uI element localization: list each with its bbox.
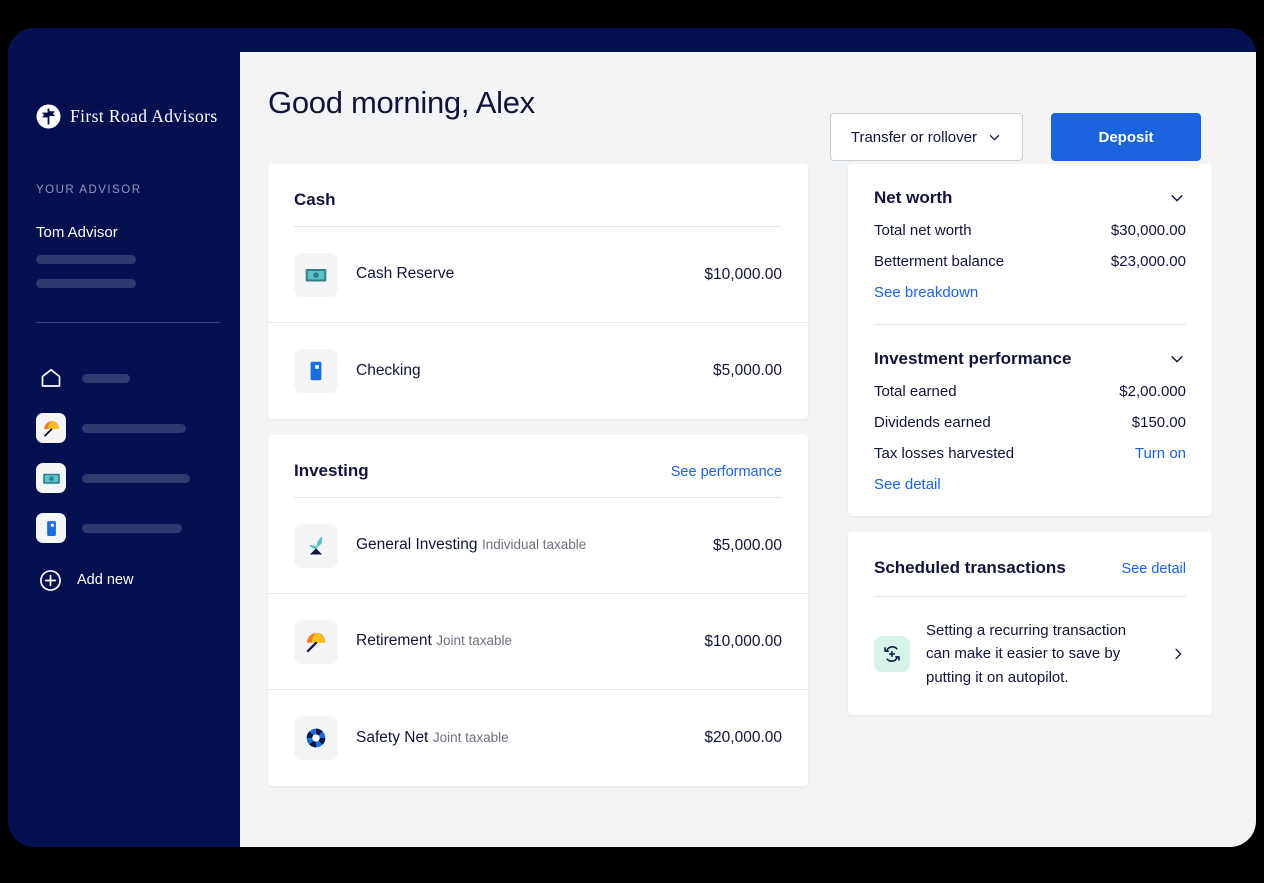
account-amount: $5,000.00 bbox=[713, 362, 782, 380]
transfer-or-rollover-button[interactable]: Transfer or rollover bbox=[830, 113, 1023, 161]
sidebar-divider bbox=[36, 322, 220, 323]
deposit-button-label: Deposit bbox=[1098, 129, 1153, 146]
sidebar-item-home-label bbox=[82, 374, 130, 383]
sprout-icon bbox=[294, 524, 338, 568]
dashboard-columns: Cash Cash Reserve bbox=[240, 164, 1256, 802]
add-new-button[interactable]: Add new bbox=[8, 555, 240, 605]
sidebar-item-checking[interactable] bbox=[8, 503, 240, 553]
plus-circle-icon bbox=[38, 568, 63, 593]
net-worth-row: Total net worth $30,000.00 bbox=[874, 222, 1186, 239]
add-new-label: Add new bbox=[77, 572, 133, 588]
brand-logo[interactable]: First Road Advisors bbox=[36, 104, 218, 129]
turn-on-link[interactable]: Turn on bbox=[1135, 445, 1186, 462]
account-name: Retirement bbox=[356, 632, 432, 649]
table-row[interactable]: Retirement Joint taxable $10,000.00 bbox=[268, 594, 808, 690]
banknote-icon bbox=[36, 463, 66, 493]
advisor-name: Tom Advisor bbox=[36, 224, 118, 241]
accounts-column: Cash Cash Reserve bbox=[268, 164, 808, 802]
table-row[interactable]: Checking $5,000.00 bbox=[268, 323, 808, 419]
net-worth-title: Net worth bbox=[874, 188, 952, 208]
see-performance-link[interactable]: See performance bbox=[671, 464, 782, 480]
sidebar-item-cash[interactable] bbox=[8, 453, 240, 503]
umbrella-icon bbox=[36, 413, 66, 443]
sidebar-item-cash-label bbox=[82, 474, 190, 483]
home-icon bbox=[36, 363, 66, 393]
table-row[interactable]: Safety Net Joint taxable $20,000.00 bbox=[268, 690, 808, 786]
account-amount: $20,000.00 bbox=[704, 729, 782, 747]
sidebar-item-retirement[interactable] bbox=[8, 403, 240, 453]
chevron-down-icon bbox=[987, 130, 1002, 145]
sidebar-nav: Add new bbox=[8, 353, 240, 605]
summary-card: Net worth Total net worth $30,000.00 bbox=[848, 164, 1212, 516]
account-amount: $10,000.00 bbox=[704, 633, 782, 651]
account-subtitle: Joint taxable bbox=[433, 730, 509, 745]
row-value: $150.00 bbox=[1132, 414, 1186, 431]
umbrella-icon bbox=[294, 620, 338, 664]
performance-row: Dividends earned $150.00 bbox=[874, 414, 1186, 431]
signpost-circle-logo-icon bbox=[36, 104, 61, 129]
account-name: Cash Reserve bbox=[356, 265, 454, 282]
table-row[interactable]: General Investing Individual taxable $5,… bbox=[268, 498, 808, 594]
main-content: Good morning, Alex Transfer or rollover … bbox=[240, 52, 1256, 847]
row-label: Dividends earned bbox=[874, 414, 991, 431]
net-worth-panel: Net worth Total net worth $30,000.00 bbox=[848, 164, 1212, 324]
investment-performance-title: Investment performance bbox=[874, 349, 1071, 369]
sidebar-item-home[interactable] bbox=[8, 353, 240, 403]
transfer-button-label: Transfer or rollover bbox=[851, 129, 977, 146]
see-detail-link[interactable]: See detail bbox=[874, 476, 941, 493]
row-label: Betterment balance bbox=[874, 253, 1004, 270]
page-title: Good morning, Alex bbox=[268, 85, 535, 121]
scheduled-transactions-title: Scheduled transactions bbox=[874, 558, 1066, 578]
see-breakdown-link[interactable]: See breakdown bbox=[874, 284, 978, 301]
app-window: First Road Advisors YOUR ADVISOR Tom Adv… bbox=[8, 28, 1256, 847]
row-label: Total net worth bbox=[874, 222, 972, 239]
brand-name: First Road Advisors bbox=[70, 106, 218, 127]
sidebar-item-retirement-label bbox=[82, 424, 186, 433]
account-name: General Investing bbox=[356, 536, 478, 553]
cash-card: Cash Cash Reserve bbox=[268, 164, 808, 419]
advisor-placeholder-bar-2 bbox=[36, 279, 136, 288]
investment-performance-panel: Investment performance Total earned $2,0… bbox=[848, 325, 1212, 516]
row-value: $23,000.00 bbox=[1111, 253, 1186, 270]
page-header: Good morning, Alex Transfer or rollover … bbox=[240, 52, 1256, 164]
net-worth-row: Betterment balance $23,000.00 bbox=[874, 253, 1186, 270]
summary-column: Net worth Total net worth $30,000.00 bbox=[848, 164, 1212, 731]
chevron-down-icon[interactable] bbox=[1168, 189, 1186, 207]
chevron-right-icon[interactable] bbox=[1170, 646, 1186, 662]
recurring-transaction-promo[interactable]: Setting a recurring transaction can make… bbox=[848, 597, 1212, 715]
table-row[interactable]: Cash Reserve $10,000.00 bbox=[268, 227, 808, 323]
advisor-placeholder-bar-1 bbox=[36, 255, 136, 264]
account-amount: $5,000.00 bbox=[713, 537, 782, 555]
scheduled-see-detail-link[interactable]: See detail bbox=[1122, 561, 1187, 577]
investing-card-title: Investing bbox=[294, 461, 369, 481]
promo-text: Setting a recurring transaction can make… bbox=[926, 619, 1154, 689]
row-value: $2,00.000 bbox=[1119, 383, 1186, 400]
row-label: Total earned bbox=[874, 383, 957, 400]
row-label: Tax losses harvested bbox=[874, 445, 1014, 462]
investing-card: Investing See performance bbox=[268, 435, 808, 786]
account-subtitle: Individual taxable bbox=[482, 537, 586, 552]
card-icon bbox=[294, 349, 338, 393]
performance-row: Total earned $2,00.000 bbox=[874, 383, 1186, 400]
account-amount: $10,000.00 bbox=[704, 266, 782, 284]
deposit-button[interactable]: Deposit bbox=[1051, 113, 1201, 161]
row-value: $30,000.00 bbox=[1111, 222, 1186, 239]
recurring-transaction-icon bbox=[874, 636, 910, 672]
sidebar-item-checking-label bbox=[82, 524, 182, 533]
sidebar: First Road Advisors YOUR ADVISOR Tom Adv… bbox=[8, 28, 240, 847]
lifering-icon bbox=[294, 716, 338, 760]
chevron-down-icon[interactable] bbox=[1168, 350, 1186, 368]
account-name: Safety Net bbox=[356, 729, 428, 746]
scheduled-transactions-card: Scheduled transactions See detail bbox=[848, 532, 1212, 715]
advisor-section-label: YOUR ADVISOR bbox=[36, 184, 142, 196]
banknote-icon bbox=[294, 253, 338, 297]
performance-row: Tax losses harvested Turn on bbox=[874, 445, 1186, 462]
cash-card-title: Cash bbox=[294, 190, 336, 210]
account-subtitle: Joint taxable bbox=[436, 633, 512, 648]
card-icon bbox=[36, 513, 66, 543]
account-name: Checking bbox=[356, 362, 421, 379]
